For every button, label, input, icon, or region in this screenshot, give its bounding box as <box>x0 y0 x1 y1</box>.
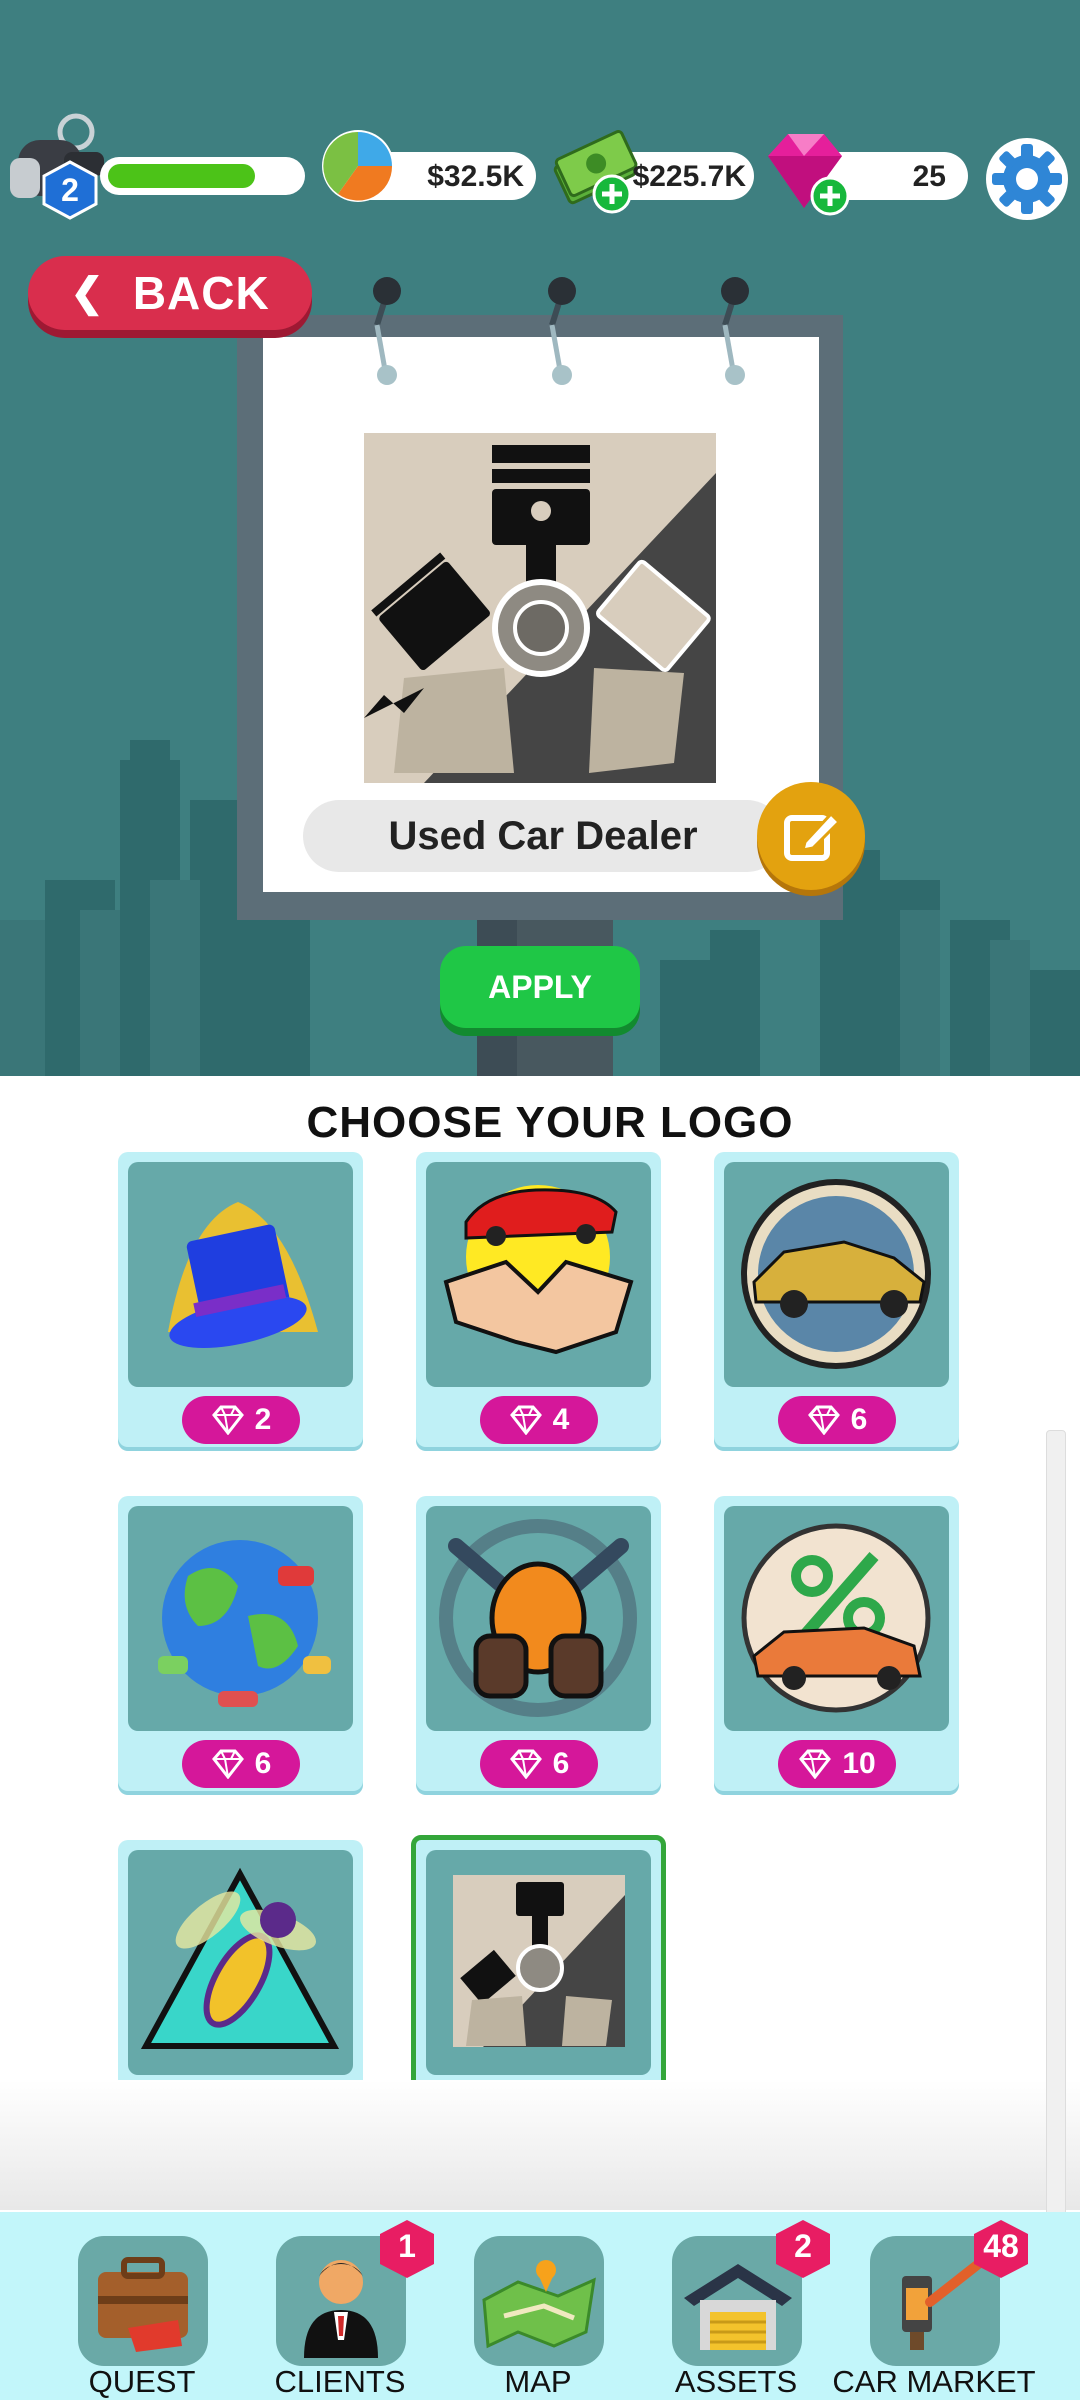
clients-badge: 1 <box>378 2218 436 2280</box>
pistons-logo <box>426 1850 651 2075</box>
nav-clients[interactable]: 1 CLIENTS <box>242 2220 438 2400</box>
map-icon <box>482 2260 596 2349</box>
logo-price: 4 <box>552 1403 570 1436</box>
logo-price-button[interactable]: 4 <box>480 1396 598 1444</box>
logo-option-card[interactable]: 10 <box>714 1496 959 1791</box>
logo-option-card[interactable]: 4 <box>416 1152 661 1447</box>
badge-count: 1 <box>398 2228 416 2264</box>
pie-chart-income-icon <box>322 130 394 202</box>
nav-tile <box>78 2236 208 2366</box>
bottom-nav: QUEST 1 CLIENTS MAP 2 ASSETS 48 CAR MARK… <box>0 2212 1080 2400</box>
gem-icon <box>509 1749 542 1779</box>
level-number: 2 <box>61 172 79 208</box>
settings-gear-icon[interactable] <box>984 136 1070 222</box>
logo-price-button[interactable]: 10 <box>778 1740 896 1788</box>
nav-car-market[interactable]: 48 CAR MARKET <box>832 2220 1036 2400</box>
car-market-badge: 48 <box>972 2218 1030 2280</box>
gem-icon <box>211 1749 244 1779</box>
handshake-car-logo <box>426 1162 651 1387</box>
back-button[interactable]: ❮ BACK <box>28 256 312 330</box>
gems-value: 25 <box>912 160 946 193</box>
choose-logo-title: CHOOSE YOUR LOGO <box>306 1098 794 1147</box>
logo-option-card[interactable]: 6 <box>714 1152 959 1447</box>
logo-price-button[interactable]: 6 <box>480 1740 598 1788</box>
logo-price: 6 <box>850 1403 868 1436</box>
gem-icon <box>509 1405 542 1435</box>
logo-grid-scrollbar[interactable] <box>1046 1430 1066 2222</box>
xp-progress-bar <box>100 157 305 195</box>
globe-cars-logo <box>128 1506 353 1731</box>
percent-car-logo <box>724 1506 949 1731</box>
dealer-name-field[interactable]: Used Car Dealer <box>303 800 783 872</box>
logo-price: 6 <box>552 1747 570 1780</box>
gem-icon <box>799 1749 832 1779</box>
logo-price-button[interactable]: 2 <box>182 1396 300 1444</box>
back-label: BACK <box>132 267 270 319</box>
wasp-logo <box>128 1850 353 2075</box>
billboard-scene: Used Car Dealer APPLY 2 $32.5K $225.7K 2… <box>0 0 1080 1076</box>
cash-value: $225.7K <box>632 160 746 193</box>
edit-icon <box>784 811 842 861</box>
apply-button[interactable]: APPLY <box>440 946 640 1028</box>
top-hat-logo <box>128 1162 353 1387</box>
selected-logo-image <box>364 433 716 783</box>
nav-assets[interactable]: 2 ASSETS <box>638 2220 834 2400</box>
gem-icon <box>807 1405 840 1435</box>
wrench-mask-logo <box>426 1506 651 1731</box>
nav-map[interactable]: MAP <box>440 2224 636 2400</box>
assets-badge: 2 <box>774 2218 832 2280</box>
logo-price: 6 <box>254 1747 272 1780</box>
muscle-car-logo <box>724 1162 949 1387</box>
nav-tile <box>474 2236 604 2366</box>
gem-icon <box>211 1405 244 1435</box>
grid-fade <box>0 2080 1080 2210</box>
badge-count: 2 <box>794 2228 812 2264</box>
xp-progress-fill <box>108 164 255 188</box>
income-value: $32.5K <box>427 160 524 193</box>
logo-price-button[interactable]: 6 <box>182 1740 300 1788</box>
nav-label: CAR MARKET <box>832 2364 1036 2399</box>
briefcase-icon <box>98 2257 188 2352</box>
level-badge: 2 <box>40 160 100 220</box>
logo-price-button[interactable]: 6 <box>778 1396 896 1444</box>
nav-quest[interactable]: QUEST <box>44 2224 240 2400</box>
logo-option-card[interactable]: 6 <box>416 1496 661 1791</box>
logo-price: 2 <box>254 1403 272 1436</box>
chevron-left-icon: ❮ <box>70 271 105 315</box>
billboard-hooks <box>373 277 749 385</box>
gem-add-icon[interactable] <box>758 126 854 222</box>
badge-count: 48 <box>983 2228 1019 2264</box>
edit-name-button[interactable] <box>757 782 865 890</box>
logo-option-card[interactable]: 6 <box>118 1496 363 1791</box>
logo-option-card[interactable]: 2 <box>118 1152 363 1447</box>
logo-price: 10 <box>842 1747 876 1780</box>
